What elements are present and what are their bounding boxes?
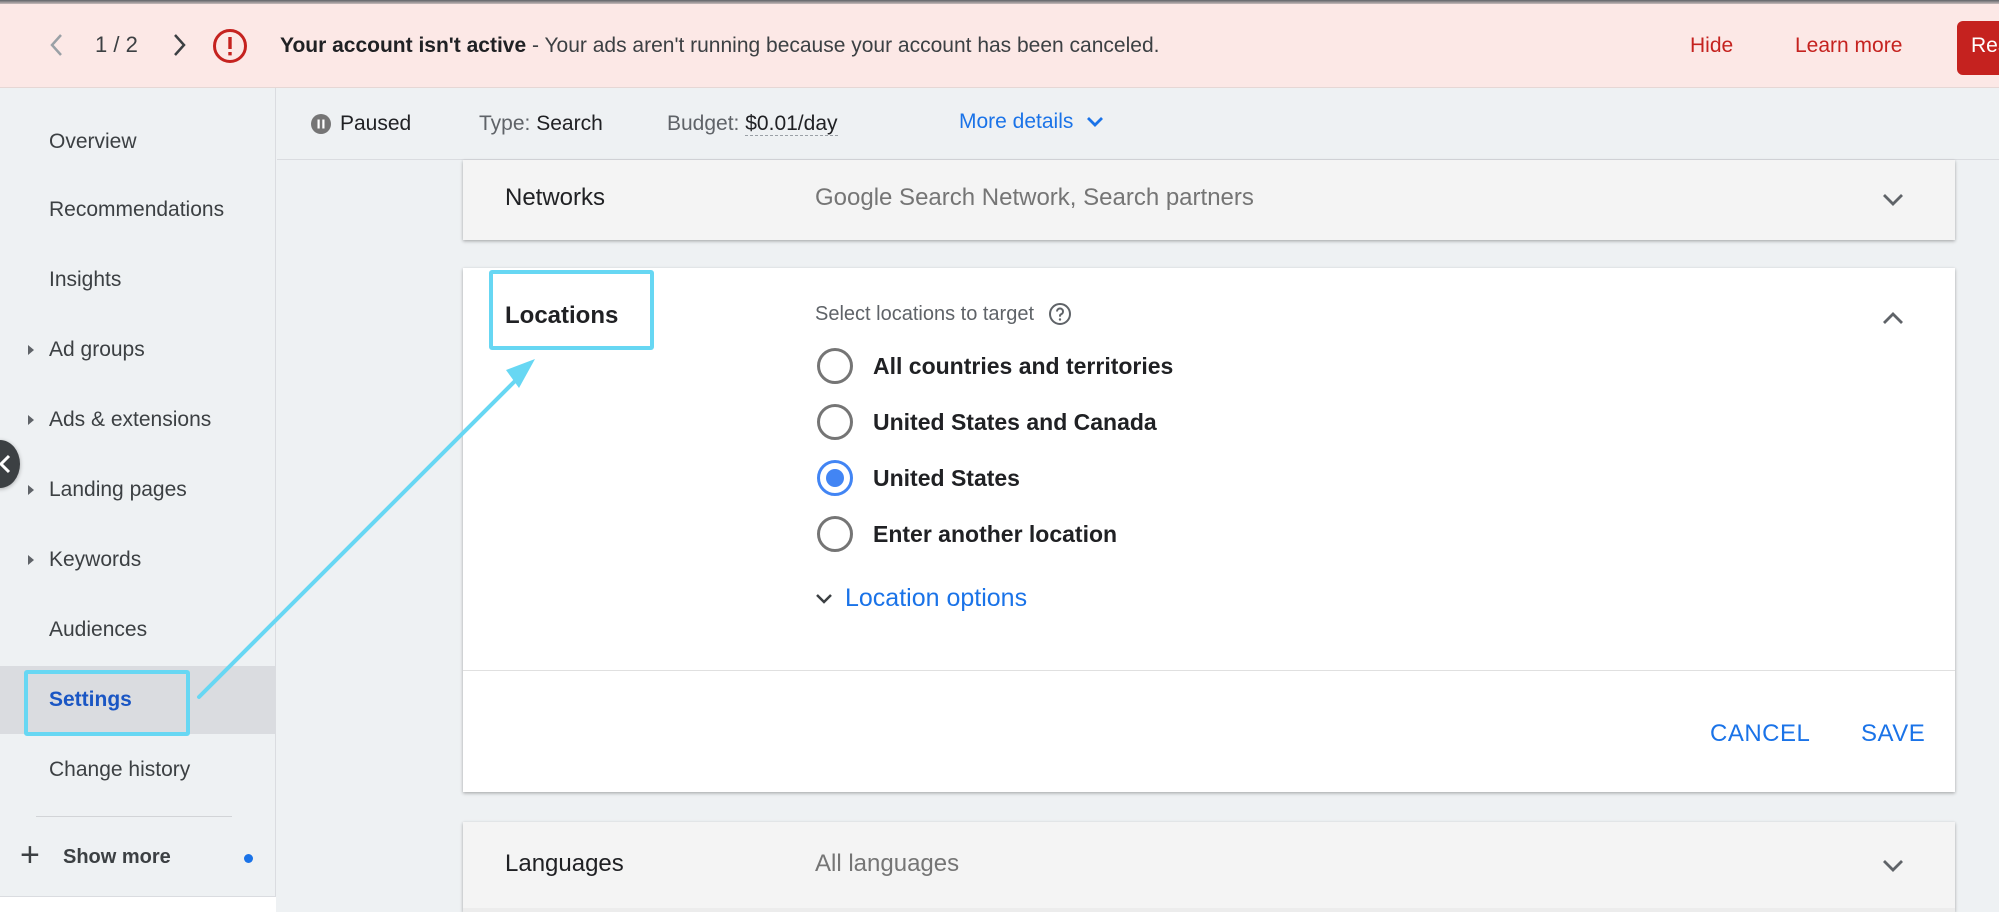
locations-title: Locations [505, 302, 619, 329]
sidebar-item-recommendations[interactable]: Recommendations [0, 176, 276, 244]
chevron-down-icon [1087, 117, 1104, 127]
radio-button-selected[interactable] [817, 460, 853, 496]
sidebar-item-label: Landing pages [49, 478, 187, 501]
plus-icon: + [20, 836, 40, 874]
learn-more-link[interactable]: Learn more [1795, 34, 1902, 58]
alert-message: Your account isn't active - Your ads are… [280, 34, 1159, 58]
languages-title: Languages [505, 850, 624, 877]
help-icon[interactable] [1048, 302, 1072, 326]
previous-alert-button[interactable] [46, 30, 68, 60]
new-indicator-dot [244, 854, 253, 863]
sidebar-item-label: Settings [49, 688, 132, 711]
expand-caret-icon[interactable] [28, 345, 34, 355]
location-option-all-countries[interactable]: All countries and territories [817, 346, 1173, 386]
sidebar-item-label: Ads & extensions [49, 408, 212, 431]
show-more-label: Show more [63, 846, 171, 868]
locations-subtitle-text: Select locations to target [815, 302, 1035, 325]
expand-caret-icon[interactable] [28, 485, 34, 495]
campaign-status-bar: Paused Type: Search Budget: $0.01/day Mo… [277, 88, 1999, 160]
radio-label: United States [873, 464, 1020, 491]
more-details-label: More details [959, 110, 1074, 133]
expand-caret-icon[interactable] [28, 415, 34, 425]
sidebar-divider [36, 816, 232, 817]
sidebar-item-label: Keywords [49, 548, 142, 571]
networks-setting-panel[interactable]: Networks Google Search Network, Search p… [463, 160, 1955, 240]
expand-chevron-down-icon[interactable] [1881, 192, 1905, 208]
hide-alert-button[interactable]: Hide [1690, 34, 1733, 58]
error-icon [213, 29, 247, 63]
sidebar-item-landing-pages[interactable]: Landing pages [0, 456, 276, 524]
languages-setting-panel[interactable]: Languages All languages [463, 822, 1955, 912]
sidebar-item-ads-extensions[interactable]: Ads & extensions [0, 386, 276, 454]
sidebar-item-ad-groups[interactable]: Ad groups [0, 316, 276, 384]
panel-divider [463, 670, 1955, 671]
location-option-us-canada[interactable]: United States and Canada [817, 402, 1157, 442]
languages-value: All languages [815, 850, 960, 877]
radio-button[interactable] [817, 516, 853, 552]
sidebar-item-settings[interactable]: Settings [0, 666, 276, 734]
sidebar-item-label: Change history [49, 758, 191, 781]
collapse-chevron-up-icon[interactable] [1881, 310, 1905, 326]
sidebar-item-label: Recommendations [49, 198, 225, 221]
reactivate-button[interactable]: Reactivate [1957, 21, 1999, 75]
alert-body: - Your ads aren't running because your a… [526, 34, 1160, 57]
sidebar-item-keywords[interactable]: Keywords [0, 526, 276, 594]
sidebar-bottom [0, 896, 276, 912]
networks-title: Networks [505, 184, 606, 211]
campaign-budget: Budget: $0.01/day [667, 112, 838, 136]
expand-chevron-down-icon[interactable] [1881, 858, 1905, 874]
radio-label: Enter another location [873, 520, 1118, 547]
sidebar-item-overview[interactable]: Overview [0, 108, 276, 176]
paused-icon [311, 114, 331, 134]
account-alert-banner: 1 / 2 Your account isn't active - Your a… [0, 4, 1999, 88]
radio-button[interactable] [817, 404, 853, 440]
location-option-united-states[interactable]: United States [817, 458, 1020, 498]
campaign-budget-label: Budget: [667, 112, 740, 135]
campaign-type-label: Type: [479, 112, 531, 135]
locations-setting-panel: Locations Select locations to target All… [463, 268, 1955, 792]
sidebar-item-label: Overview [49, 130, 137, 153]
location-option-another-location[interactable]: Enter another location [817, 514, 1117, 554]
next-panel-edge [463, 908, 1955, 912]
cancel-button[interactable]: CANCEL [1710, 720, 1810, 748]
locations-subtitle: Select locations to target [815, 302, 1072, 326]
networks-value: Google Search Network, Search partners [815, 184, 1254, 211]
radio-label: United States and Canada [873, 408, 1157, 435]
chevron-left-icon [0, 454, 11, 474]
location-options-label: Location options [845, 584, 1028, 612]
sidebar-item-label: Audiences [49, 618, 148, 641]
show-more-button[interactable]: + Show more [0, 828, 276, 890]
campaign-budget-value[interactable]: $0.01/day [745, 112, 838, 136]
sidebar-item-label: Insights [49, 268, 122, 291]
sidebar-item-change-history[interactable]: Change history [0, 736, 276, 804]
campaign-type: Type: Search [479, 112, 603, 136]
next-alert-button[interactable] [168, 30, 190, 60]
campaign-status: Paused [340, 112, 412, 135]
alert-title: Your account isn't active [280, 34, 527, 57]
sidebar-item-audiences[interactable]: Audiences [0, 596, 276, 664]
alert-pager: 1 / 2 [95, 32, 138, 57]
sidebar-item-label: Ad groups [49, 338, 145, 361]
expand-caret-icon[interactable] [28, 555, 34, 565]
radio-label: All countries and territories [873, 352, 1174, 379]
save-button[interactable]: SAVE [1861, 720, 1925, 748]
location-options-toggle[interactable]: Location options [815, 584, 1027, 613]
campaign-sidebar: Overview Recommendations Insights Ad gro… [0, 88, 276, 912]
radio-button[interactable] [817, 348, 853, 384]
chevron-down-icon [816, 593, 832, 604]
sidebar-item-insights[interactable]: Insights [0, 246, 276, 314]
campaign-type-value: Search [536, 112, 603, 135]
more-details-button[interactable]: More details [959, 110, 1105, 134]
